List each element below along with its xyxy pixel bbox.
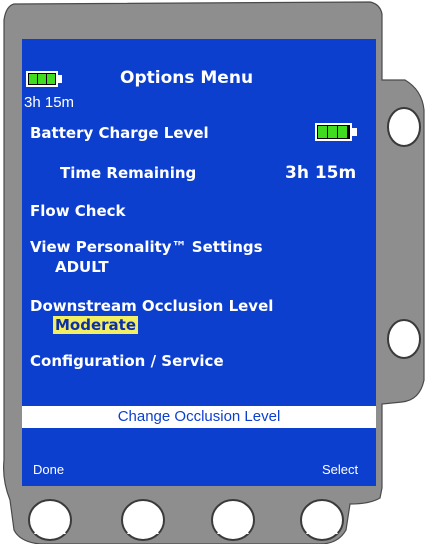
menu-item-configuration-service[interactable]: Configuration / Service — [30, 352, 224, 370]
occlusion-value-selected[interactable]: Moderate — [53, 316, 139, 334]
softkey-label-done: Done — [33, 462, 65, 477]
personality-value: ADULT — [55, 258, 109, 276]
page-title: Options Menu — [120, 68, 254, 88]
battery-time-remaining: 3h 15m — [24, 94, 75, 111]
softkey-button-4[interactable] — [298, 496, 346, 542]
time-remaining-value: 3h 15m — [285, 163, 357, 183]
softkey-label-select: Select — [322, 462, 359, 477]
softkey-button-1[interactable] — [26, 496, 74, 542]
scroll-down-button[interactable] — [386, 318, 422, 360]
lcd-screen: 3h 15m Options Menu Battery Charge Level… — [22, 39, 376, 486]
scroll-up-button[interactable] — [386, 106, 422, 148]
softkey-button-3[interactable] — [209, 496, 257, 542]
menu-item-battery-charge[interactable]: Battery Charge Level — [30, 124, 209, 142]
time-remaining-label: Time Remaining — [60, 164, 197, 182]
softkey-button-2[interactable] — [119, 496, 167, 542]
battery-level-icon — [315, 123, 357, 141]
menu-item-flow-check[interactable]: Flow Check — [30, 202, 126, 220]
menu-item-downstream-occlusion[interactable]: Downstream Occlusion Level — [30, 297, 273, 315]
menu-item-view-personality[interactable]: View Personality™ Settings — [30, 238, 263, 256]
status-bar: Change Occlusion Level — [22, 406, 376, 428]
battery-icon — [26, 71, 62, 87]
